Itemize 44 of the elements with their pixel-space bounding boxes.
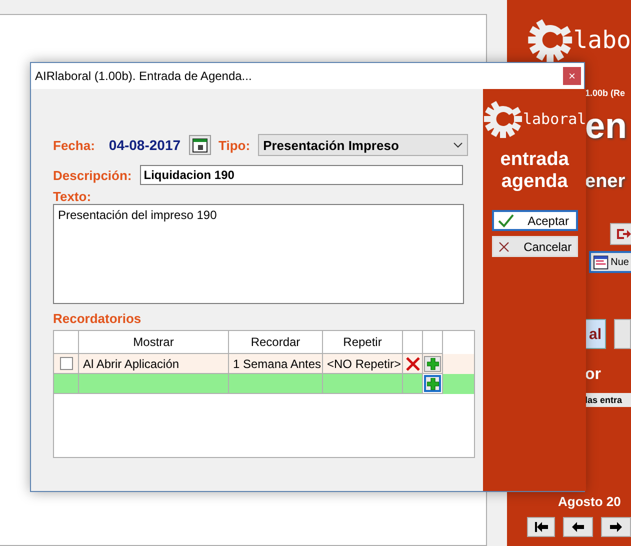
text-field[interactable]: Presentación del impreso 190: [53, 204, 464, 304]
field-label: Fecha:: [53, 138, 95, 152]
plus-icon: [426, 378, 438, 390]
add-button[interactable]: [424, 375, 441, 392]
type-dropdown[interactable]: Presentación Impreso: [258, 134, 468, 156]
add-button[interactable]: [424, 356, 441, 372]
dialog-heading: agenda: [501, 171, 568, 193]
section-title: Recordatorios: [53, 311, 142, 326]
field-label: Texto:: [53, 189, 92, 204]
exit-icon: [615, 226, 631, 242]
section-label: or: [585, 366, 602, 384]
right-arrow-icon: [609, 521, 624, 533]
accept-button[interactable]: Aceptar: [492, 210, 578, 231]
new-button[interactable]: Nue: [589, 251, 631, 273]
delete-icon: [404, 356, 420, 372]
previous-button[interactable]: [563, 517, 594, 537]
gear-logo-icon: [483, 99, 523, 139]
field-label: Descripción:: [53, 168, 132, 182]
calendar-month: Agosto 20: [558, 494, 622, 509]
tab-button[interactable]: al: [585, 319, 606, 349]
window-title: AIRlaboral (1.00b). Entrada de Agenda...: [35, 69, 252, 83]
calendar-icon: [593, 254, 609, 270]
tab-button[interactable]: [614, 319, 631, 349]
checkbox[interactable]: [60, 357, 72, 370]
first-icon: [534, 521, 548, 533]
left-arrow-icon: [571, 521, 586, 533]
subheading-text: ener: [585, 171, 626, 193]
version-text: 1.00b (Re: [585, 88, 626, 98]
date-value: 04-08-2017: [108, 137, 181, 153]
description-field[interactable]: Liquidacion 190: [140, 165, 463, 185]
close-button[interactable]: ×: [563, 67, 581, 85]
field-label: Tipo:: [218, 138, 250, 152]
plus-icon: [426, 358, 438, 370]
dialog-heading: entrada: [500, 149, 569, 171]
first-button[interactable]: [527, 517, 556, 537]
calendar-icon: [192, 137, 208, 153]
logo-text: laboral: [523, 110, 586, 128]
chevron-down-icon: [453, 142, 464, 148]
logo-text: labo: [573, 26, 631, 54]
next-button[interactable]: [601, 517, 631, 537]
calendar-button[interactable]: [188, 135, 211, 155]
cancel-button[interactable]: Cancelar: [492, 236, 578, 257]
heading-text: en: [585, 104, 628, 148]
checkmark-icon: [498, 212, 514, 228]
